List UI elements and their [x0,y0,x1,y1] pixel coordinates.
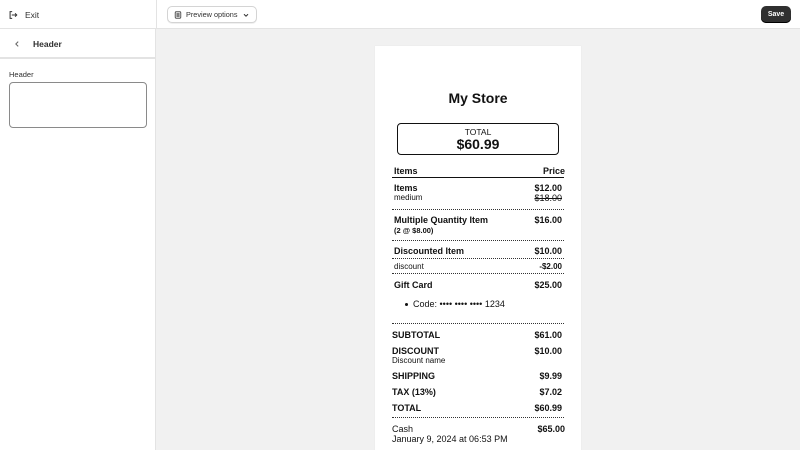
item-divider [392,209,564,210]
subtotal-label: SUBTOTAL [392,330,441,340]
preview-options-label: Preview options [186,10,238,19]
items-column-header: Items [394,166,418,176]
item-price: $10.00 [534,246,562,256]
layout-icon [174,10,182,19]
shipping-label: SHIPPING [392,371,436,381]
store-name: My Store [448,90,508,106]
preview-options-button[interactable]: Preview options [167,6,257,23]
back-button[interactable] [11,38,23,50]
discount-value: $10.00 [534,346,562,356]
exit-icon [9,11,18,19]
payment-date: January 9, 2024 at 06:53 PM [392,434,508,444]
item-quantity: (2 @ $8.00) [394,226,434,235]
price-column-header: Price [542,166,565,176]
chevron-down-icon [243,13,248,17]
discount-name: Discount name [392,356,446,365]
top-bar: Exit Preview options Save [0,0,800,29]
bullet-icon [405,302,408,306]
item-discount-label: discount [394,262,424,271]
sidebar-header: Header [0,29,155,59]
item-name: Discounted Item [394,246,465,256]
item-name: Items [394,183,418,193]
item-price: $16.00 [534,215,562,225]
item-price: $25.00 [534,280,562,290]
item-name: Gift Card [394,280,433,290]
tax-label: TAX (13%) [392,387,436,397]
grand-total-value: $60.99 [534,403,562,413]
item-variant: medium [394,193,423,202]
total-box: TOTAL $60.99 [397,123,559,155]
item-divider [392,273,564,274]
item-divider [392,240,564,241]
exit-label: Exit [25,10,40,20]
discount-label: DISCOUNT [392,346,439,356]
save-button[interactable]: Save [761,6,791,23]
item-subdivider [392,258,564,259]
tax-value: $7.02 [539,387,562,397]
settings-sidebar: Header Header [0,29,156,450]
summary-divider [392,417,564,418]
total-box-value: $60.99 [456,136,500,152]
shipping-value: $9.99 [539,371,562,381]
item-original-price: $18.00 [534,193,562,203]
subtotal-value: $61.00 [534,330,562,340]
header-field-input[interactable] [9,82,147,128]
payment-method: Cash [392,424,414,434]
exit-button[interactable]: Exit [8,7,39,23]
item-name: Multiple Quantity Item [394,215,489,225]
grand-total-label: TOTAL [392,403,422,413]
item-discount-value: -$2.00 [539,262,562,271]
items-end-divider [392,323,564,324]
header-divider [392,177,564,178]
gift-card-code-text: Code: •••• •••• •••• 1234 [413,299,505,309]
payment-amount: $65.00 [537,424,565,434]
gift-card-code: Code: •••• •••• •••• 1234 [405,299,505,309]
receipt-preview: My Store TOTAL $60.99 Items Price Items … [375,46,581,450]
item-price: $12.00 [534,183,562,193]
header-field-label: Header [9,70,34,79]
sidebar-title: Header [33,39,62,49]
topbar-divider [156,0,157,29]
chevron-left-icon [15,41,19,47]
